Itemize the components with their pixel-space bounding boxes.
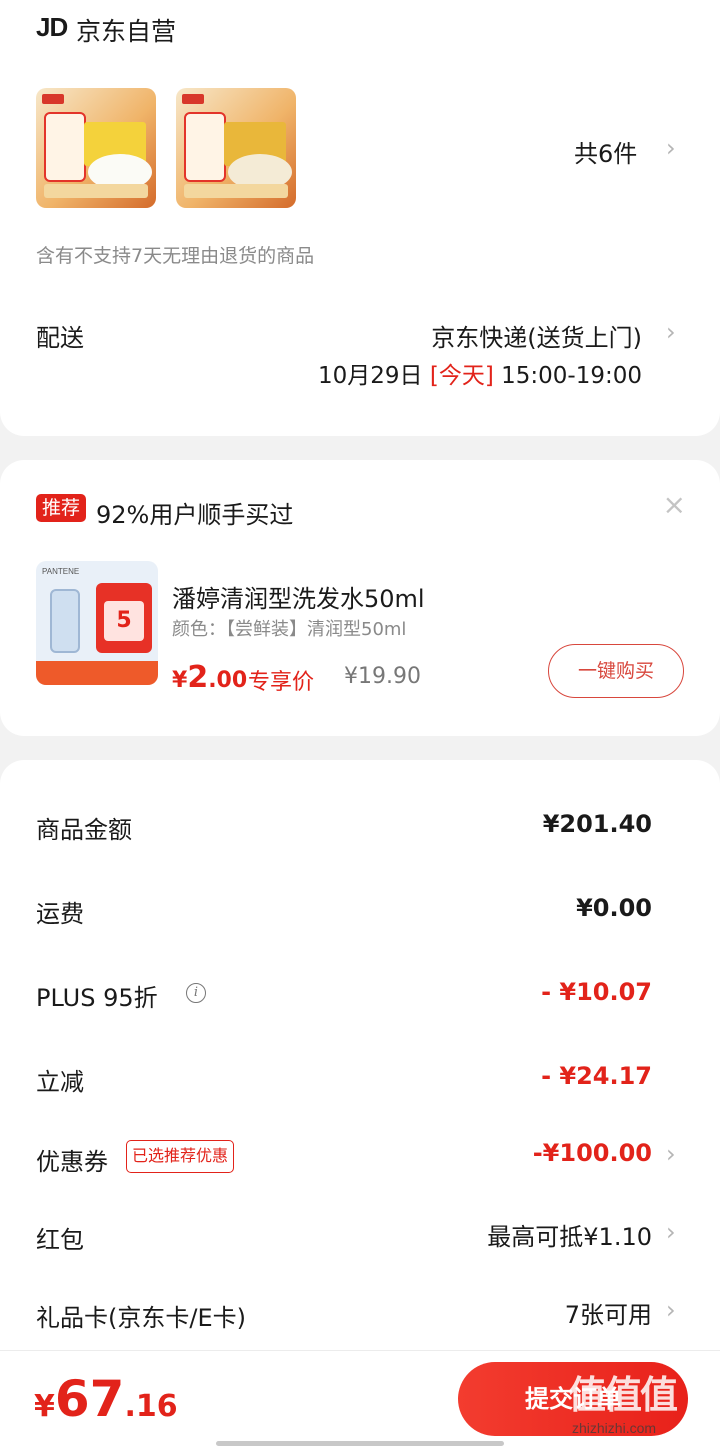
- price-symbol: ¥: [172, 668, 188, 693]
- goods-amount-value: ¥201.40: [542, 810, 652, 838]
- site-watermark: 值值值: [568, 1373, 678, 1417]
- order-total: ¥67.16: [34, 1370, 178, 1428]
- delivery-slot: 15:00-19:00: [501, 363, 642, 389]
- original-price: ¥19.90: [344, 664, 421, 689]
- instant-discount-label: 立减: [36, 1068, 84, 1096]
- recommend-product-image[interactable]: PANTENE 5: [36, 561, 158, 685]
- plus-discount-value: - ¥10.07: [541, 978, 652, 1006]
- chevron-right-icon[interactable]: ›: [666, 1140, 676, 1168]
- close-icon[interactable]: ×: [663, 488, 686, 521]
- coupon-selected-tag[interactable]: 已选推荐优惠: [126, 1140, 235, 1173]
- exclusive-price-tag: 专享价: [248, 670, 315, 695]
- thumb-brand-mark: [182, 94, 204, 104]
- price-integer: 2: [187, 660, 209, 695]
- product-brand-mark: PANTENE: [42, 567, 80, 576]
- jd-logo: JD: [36, 12, 68, 42]
- recommend-product-spec: 颜色：【尝鲜装】清润型50ml: [172, 619, 407, 640]
- product-thumbnail-2[interactable]: [176, 88, 296, 208]
- coupon-graphic: 5: [96, 583, 152, 653]
- red-packet-label: 红包: [36, 1226, 84, 1254]
- freight-value: ¥0.00: [576, 894, 652, 922]
- freight-label: 运费: [36, 900, 84, 928]
- one-click-buy-button[interactable]: 一键购买: [548, 644, 684, 698]
- item-count[interactable]: 共6件: [574, 134, 637, 169]
- plus-discount-label: PLUS 95折: [36, 984, 158, 1012]
- price-decimal: .00: [208, 668, 248, 693]
- shipping-label: 配送: [36, 324, 84, 352]
- total-decimal: .16: [124, 1389, 178, 1424]
- recommend-product-name[interactable]: 潘婷清润型洗发水50ml: [172, 579, 425, 614]
- total-symbol: ¥: [34, 1389, 55, 1424]
- delivery-time[interactable]: 10月29日 [今天] 15:00-19:00: [318, 356, 642, 390]
- chevron-right-icon[interactable]: ›: [666, 134, 676, 162]
- thumb-price-tag: [184, 112, 226, 182]
- bottle-shape: [50, 589, 80, 653]
- chevron-right-icon[interactable]: ›: [666, 318, 676, 346]
- thumb-banner: [44, 184, 148, 198]
- delivery-today: [今天]: [429, 363, 494, 389]
- coupon-value[interactable]: -¥100.00: [533, 1139, 652, 1167]
- gift-card-value[interactable]: 7张可用: [565, 1295, 652, 1330]
- store-name: 京东自营: [76, 17, 177, 46]
- recommend-product-price: ¥2.00: [172, 660, 247, 695]
- shipping-method[interactable]: 京东快递(送货上门): [431, 318, 642, 353]
- site-watermark-url: zhizhizhi.com: [572, 1420, 657, 1436]
- coupon-number: 5: [104, 601, 144, 641]
- goods-amount-label: 商品金额: [36, 816, 132, 844]
- chevron-right-icon[interactable]: ›: [666, 1296, 676, 1324]
- info-icon[interactable]: i: [186, 983, 206, 1003]
- coupon-label: 优惠券: [36, 1148, 108, 1176]
- instant-discount-value: - ¥24.17: [541, 1062, 652, 1090]
- promo-strip: [36, 661, 158, 685]
- chevron-right-icon[interactable]: ›: [666, 1218, 676, 1246]
- thumb-banner: [184, 184, 288, 198]
- home-indicator[interactable]: [216, 1441, 504, 1446]
- delivery-date: 10月29日: [318, 363, 423, 389]
- total-integer: 67: [54, 1370, 125, 1428]
- product-thumbnail-1[interactable]: [36, 88, 156, 208]
- recommend-text: 92%用户顺手买过: [96, 501, 294, 529]
- thumb-brand-mark: [42, 94, 64, 104]
- recommend-badge: 推荐: [36, 494, 87, 522]
- red-packet-value[interactable]: 最高可抵¥1.10: [487, 1217, 652, 1252]
- return-policy-note: 含有不支持7天无理由退货的商品: [36, 245, 315, 267]
- thumb-price-tag: [44, 112, 86, 182]
- gift-card-label: 礼品卡(京东卡/E卡): [36, 1304, 246, 1332]
